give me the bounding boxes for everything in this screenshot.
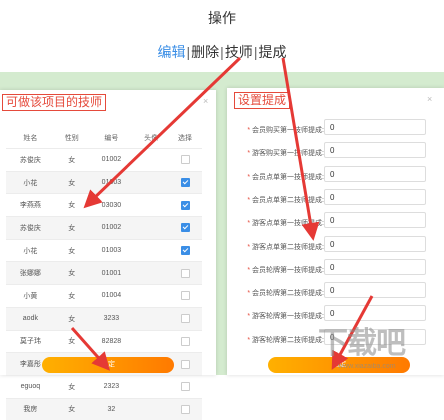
cell-select — [168, 374, 202, 399]
watermark-url: www.xiazaiba.com — [338, 363, 396, 370]
cell-code: 32 — [88, 397, 135, 420]
table-row: 我房女 32 — [6, 397, 202, 420]
arrow-commission — [281, 57, 320, 241]
cell-name: eguoq — [6, 374, 55, 399]
cell-code: 2323 — [88, 374, 135, 399]
select-checkbox[interactable] — [180, 404, 190, 414]
table-row: eguoq 女 2323 — [6, 374, 202, 399]
arrow-confirm-left — [70, 327, 110, 371]
cell-avatar — [134, 374, 169, 399]
cell-select — [168, 397, 202, 420]
cell-gender: 女 — [54, 374, 89, 399]
cell-name: 我房 — [6, 397, 55, 420]
arrow-technician — [83, 56, 242, 209]
cell-gender: 女 — [54, 397, 89, 420]
cell-avatar — [134, 397, 169, 420]
watermark-logo: 下载吧 — [318, 327, 406, 360]
select-checkbox[interactable] — [180, 382, 190, 392]
